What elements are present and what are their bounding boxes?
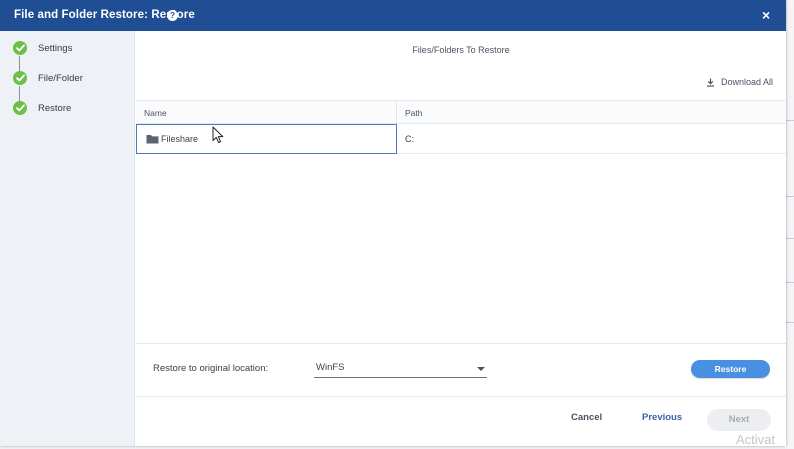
restore-panel: Files/Folders To Restore Download All Na… [136,31,786,446]
background-divider [786,322,794,323]
restore-dialog: File and Folder Restore: Restore ? × Set… [0,0,786,446]
restore-location-label: Restore to original location: [153,363,269,374]
mouse-cursor-icon [212,126,224,144]
folder-icon [146,135,159,144]
column-separator [396,101,397,124]
check-circle-icon [13,41,27,55]
file-path: C: [405,134,414,144]
restore-options-bar: Restore to original location: WinFS Rest… [136,343,786,397]
step-connector [19,56,20,72]
dialog-title-bar: File and Folder Restore: Restore ? × [0,0,786,31]
background-divider [786,238,794,239]
name-cell[interactable]: Fileshare [136,124,397,154]
step-restore[interactable]: Restore [13,101,71,115]
table-row[interactable]: Fileshare C: [136,124,786,154]
previous-button[interactable]: Previous [642,412,682,423]
panel-heading: Files/Folders To Restore [412,45,510,55]
step-connector [19,86,20,102]
column-header-path[interactable]: Path [405,108,423,118]
table-header: Name Path [136,100,786,124]
location-dropdown[interactable]: WinFS [314,359,487,378]
download-all-label: Download All [720,77,773,87]
file-name: Fileshare [161,134,199,144]
wizard-steps-sidebar: Settings File/Folder Restore [0,31,135,446]
check-circle-icon [13,71,27,85]
activation-watermark: Activat [736,432,776,447]
step-label: File/Folder [38,72,83,84]
step-label: Restore [38,102,72,114]
download-icon [706,78,714,87]
step-settings[interactable]: Settings [13,41,72,55]
question-circle-icon[interactable]: ? [167,10,178,21]
background-divider [786,120,794,121]
check-circle-icon [13,101,27,115]
background-divider [786,196,794,197]
background-divider [786,282,794,283]
download-all-button[interactable]: Download All [706,77,773,87]
files-table: Name Path Fileshare C: [136,100,786,154]
step-label: Settings [38,42,73,54]
restore-button[interactable]: Restore [691,360,770,378]
cancel-button[interactable]: Cancel [571,412,602,423]
next-button[interactable]: Next [707,409,771,431]
step-file-folder[interactable]: File/Folder [13,71,83,85]
column-header-name[interactable]: Name [144,108,167,118]
chevron-down-icon [477,367,485,371]
location-value: WinFS [316,362,345,373]
close-icon[interactable]: × [762,7,770,23]
